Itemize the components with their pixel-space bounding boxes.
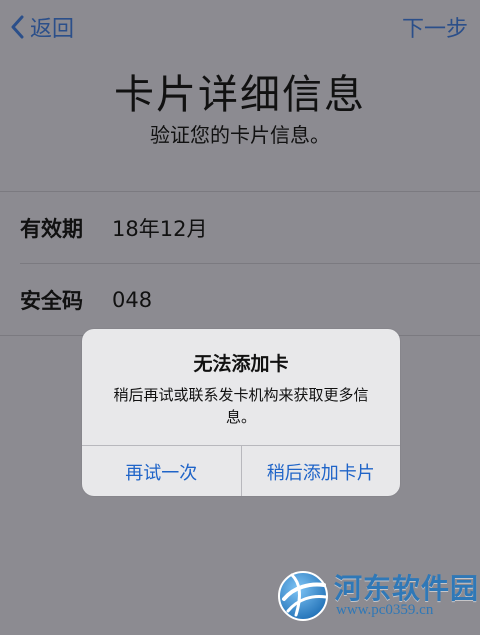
card-info-form: 有效期 18年12月 安全码 048 xyxy=(0,191,480,336)
expiry-value[interactable]: 18年12月 xyxy=(112,213,207,243)
alert-title: 无法添加卡 xyxy=(193,353,289,375)
back-button[interactable]: 返回 xyxy=(10,12,74,42)
back-label: 返回 xyxy=(30,17,75,42)
watermark-url: www.pc0359.cn xyxy=(336,602,434,618)
expiry-row[interactable]: 有效期 18年12月 xyxy=(20,192,480,264)
next-button[interactable]: 下一步 xyxy=(402,12,468,42)
alert-actions: 再试一次 稍后添加卡片 xyxy=(82,445,400,496)
alert-message: 稍后再试或联系发卡机构来获取更多信息。 xyxy=(113,386,369,426)
watermark: 河东软件园 www.pc0359.cn xyxy=(272,565,480,629)
retry-button[interactable]: 再试一次 xyxy=(82,446,242,496)
watermark-name: 河东软件园 xyxy=(334,572,480,605)
alert-dialog: 无法添加卡 稍后再试或联系发卡机构来获取更多信息。 再试一次 稍后添加卡片 xyxy=(82,329,400,496)
security-code-label: 安全码 xyxy=(20,288,83,313)
card-details-page: 返回 下一步 卡片详细信息 验证您的卡片信息。 有效期 18年12月 安全码 0… xyxy=(0,0,480,635)
globe-logo-icon xyxy=(278,571,328,621)
chevron-left-icon xyxy=(11,15,24,39)
security-code-row[interactable]: 安全码 048 xyxy=(20,264,480,335)
security-code-value[interactable]: 048 xyxy=(112,288,152,312)
add-later-button[interactable]: 稍后添加卡片 xyxy=(242,446,401,496)
page-subtitle: 验证您的卡片信息。 xyxy=(150,123,330,147)
expiry-label: 有效期 xyxy=(20,216,83,241)
page-title: 卡片详细信息 xyxy=(114,72,366,118)
